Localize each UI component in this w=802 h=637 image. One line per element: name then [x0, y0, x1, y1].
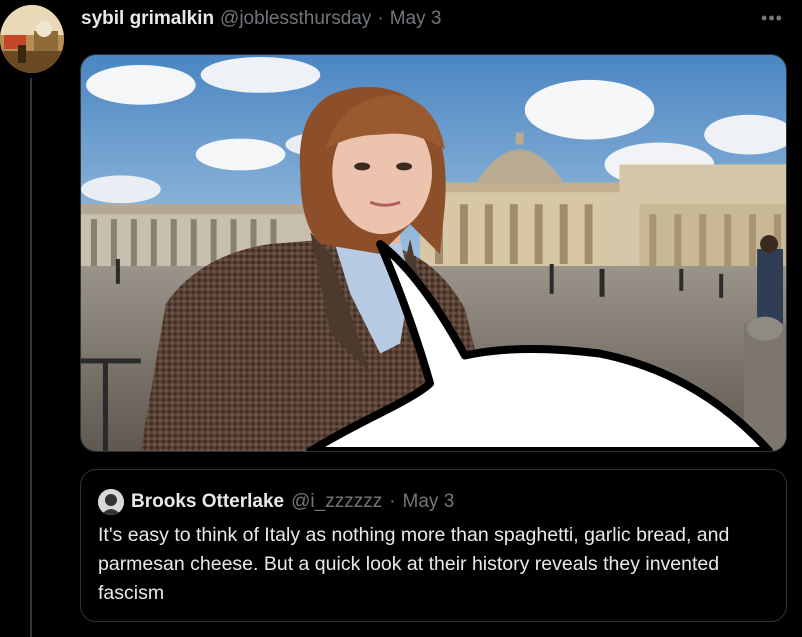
quoted-tweet-header: Brooks Otterlake @i_zzzzzz · May 3: [98, 489, 454, 515]
quoted-author-handle[interactable]: @i_zzzzzz: [291, 491, 382, 513]
separator-dot: ·: [377, 8, 384, 29]
tweet-header: sybil grimalkin @joblessthursday · May 3: [81, 6, 441, 32]
tweet-date[interactable]: May 3: [390, 8, 442, 30]
quoted-author-display-name[interactable]: Brooks Otterlake: [131, 491, 284, 513]
author-avatar[interactable]: [0, 5, 64, 73]
tweet-photo[interactable]: [80, 54, 787, 452]
separator-dot: ·: [389, 491, 396, 512]
quoted-tweet[interactable]: Brooks Otterlake @i_zzzzzz · May 3 It's …: [80, 469, 787, 622]
tweet: sybil grimalkin @joblessthursday · May 3…: [0, 0, 802, 637]
quoted-tweet-date[interactable]: May 3: [403, 491, 455, 513]
author-display-name[interactable]: sybil grimalkin: [81, 8, 214, 30]
author-handle[interactable]: @joblessthursday: [220, 8, 371, 30]
more-horizontal-icon[interactable]: •••: [760, 6, 784, 30]
more-glyph: •••: [761, 7, 783, 28]
quoted-author-avatar[interactable]: [98, 489, 124, 515]
quoted-tweet-text: It's easy to think of Italy as nothing m…: [98, 524, 730, 604]
thread-line: [30, 78, 32, 637]
